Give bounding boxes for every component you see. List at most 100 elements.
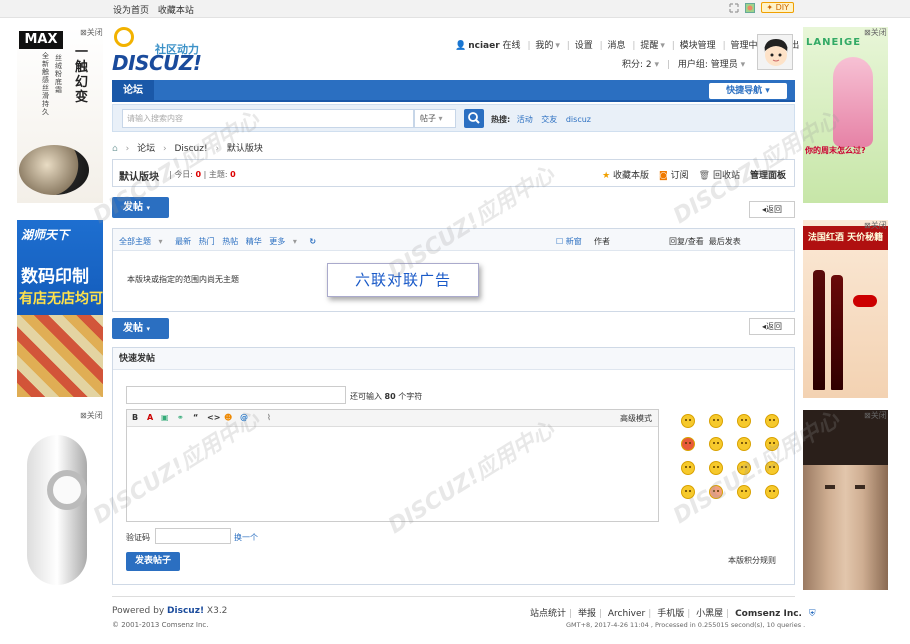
attachment-icon[interactable]: ⌇ (267, 413, 271, 422)
couplet-ad-banner[interactable]: 六联对联广告 (327, 263, 479, 297)
filter-digest[interactable]: 精华 (246, 237, 262, 246)
submit-post-button[interactable]: 发表帖子 (126, 552, 180, 571)
smiley-icon[interactable] (765, 414, 779, 428)
right-ad-mid[interactable]: 法国红酒 天价秘籍 (803, 220, 888, 398)
smiley-icon[interactable] (709, 461, 723, 475)
new-window-toggle[interactable]: ☐ 新窗 (556, 236, 582, 247)
search-input[interactable]: 请输入搜索内容 (122, 109, 414, 128)
style-icon[interactable] (745, 2, 756, 13)
smiley-icon[interactable] (681, 485, 695, 499)
ad-close-button[interactable]: ⊠关闭 (864, 220, 887, 231)
avatar[interactable] (757, 34, 793, 70)
recycle-bin-button[interactable]: 🗑 回收站 (699, 168, 740, 181)
ad-close-button[interactable]: ⊠关闭 (80, 410, 103, 421)
advanced-mode-link[interactable]: 高级模式 (620, 413, 652, 424)
manage-panel-button[interactable]: 管理面板 (750, 168, 786, 181)
right-ad-bottom[interactable] (803, 410, 888, 590)
filter-more[interactable]: 更多 ▾ (269, 237, 302, 246)
new-thread-button[interactable]: 发帖 ▾ (112, 197, 169, 218)
ad-close-button[interactable]: ⊠关闭 (80, 27, 103, 38)
breadcrumb-forum[interactable]: 论坛 (137, 144, 155, 154)
mention-icon[interactable]: @ (240, 413, 248, 422)
hot-keyword[interactable]: 活动 (517, 115, 533, 124)
ad-title: 湖师天下 (21, 228, 70, 242)
link-icon[interactable]: ⚭ (177, 413, 184, 422)
footer-link-stats[interactable]: 站点统计 (530, 609, 566, 619)
smiley-icon[interactable] (681, 437, 695, 451)
bookmark-link[interactable]: 收藏本站 (158, 6, 194, 16)
font-color-icon[interactable]: A (147, 413, 153, 422)
nav-forum-tab[interactable]: 论坛 (112, 80, 154, 102)
left-ad-mid[interactable]: 湖师天下 数码印制 有店无店均可 (17, 220, 103, 397)
diy-button[interactable]: ✦ DIY (761, 2, 794, 13)
ad-close-button[interactable]: ⊠关闭 (864, 27, 887, 38)
set-home-link[interactable]: 设为首页 (113, 6, 149, 16)
refresh-icon[interactable]: ↻ (309, 237, 316, 246)
back-button[interactable]: ◂返回 (749, 318, 795, 335)
search-type-select[interactable]: 帖子 ▾ (414, 109, 456, 128)
favorite-forum-button[interactable]: ★ 收藏本版 (602, 168, 649, 181)
my-menu[interactable]: 我的 (535, 41, 553, 51)
footer-link-mobile[interactable]: 手机版 (657, 609, 684, 619)
new-thread-button[interactable]: 发帖 ▾ (112, 318, 169, 339)
module-manage-link[interactable]: 模块管理 (680, 41, 716, 51)
smiley-icon[interactable] (709, 485, 723, 499)
filter-hot-posts[interactable]: 热帖 (222, 237, 238, 246)
smiley-icon[interactable] (737, 461, 751, 475)
portrait-eye (825, 485, 835, 489)
smiley-icon[interactable]: ☻ (224, 413, 232, 422)
messages-link[interactable]: 消息 (608, 41, 626, 51)
settings-link[interactable]: 设置 (575, 41, 593, 51)
captcha-input[interactable] (155, 528, 231, 544)
ad-close-button[interactable]: ⊠关闭 (864, 410, 887, 421)
smiley-icon[interactable] (737, 414, 751, 428)
user-group-link[interactable]: 用户组: 管理员 (678, 60, 738, 70)
smiley-icon[interactable] (765, 461, 779, 475)
quick-nav-button[interactable]: 快捷导航 ▾ (709, 83, 787, 99)
bold-icon[interactable]: B (132, 413, 138, 422)
quote-icon[interactable]: “ (193, 413, 198, 422)
username-link[interactable]: nciaer (468, 41, 499, 51)
smiley-icon[interactable] (709, 437, 723, 451)
filter-hot[interactable]: 热门 (199, 237, 215, 246)
footer-link-archiver[interactable]: Archiver (608, 609, 645, 619)
fullscreen-icon[interactable] (729, 2, 739, 13)
hot-keyword[interactable]: discuz (566, 115, 591, 124)
message-editor[interactable]: B A ▣ ⚭ “ <> ☻ @ ⌇ 高级模式 (126, 409, 659, 522)
search-button[interactable] (464, 109, 484, 128)
credit-rules-link[interactable]: 本版积分规则 (728, 555, 776, 566)
captcha-label: 验证码 (126, 533, 150, 542)
filter-all[interactable]: 全部主题 ▾ (119, 237, 168, 246)
left-ad-bottom[interactable] (17, 410, 103, 590)
breadcrumb-current[interactable]: 默认版块 (227, 144, 263, 154)
security-badge-icon[interactable]: ⛨ (809, 609, 816, 619)
reply-view-column-header[interactable]: 回复/查看 最后发表 (669, 236, 741, 247)
smiley-icon[interactable] (765, 437, 779, 451)
author-column-header[interactable]: 作者 (594, 236, 610, 247)
left-ad-top[interactable]: MAX 一触幻变 全新 触感丝滑 持久 丝绒粉底霜 (17, 27, 103, 203)
captcha-refresh-link[interactable]: 换一个 (234, 532, 258, 543)
back-button[interactable]: ◂返回 (749, 201, 795, 218)
points-link[interactable]: 积分: 2 (622, 60, 652, 70)
right-ad-top[interactable]: LANEIGE 你的周末怎么过? (803, 27, 888, 203)
footer-company-link[interactable]: Comsenz Inc. (735, 609, 802, 619)
footer-link-blacklist[interactable]: 小黑屋 (696, 609, 723, 619)
smiley-icon[interactable] (681, 414, 695, 428)
subject-input[interactable] (126, 386, 346, 404)
smiley-icon[interactable] (709, 414, 723, 428)
footer-link-report[interactable]: 举报 (578, 609, 596, 619)
smiley-icon[interactable] (737, 485, 751, 499)
smiley-icon[interactable] (681, 461, 695, 475)
hot-keyword[interactable]: 交友 (541, 115, 557, 124)
powered-brand-link[interactable]: Discuz! (167, 606, 204, 616)
smiley-icon[interactable] (737, 437, 751, 451)
breadcrumb-discuz[interactable]: Discuz! (174, 144, 207, 154)
smiley-icon[interactable] (765, 485, 779, 499)
site-logo[interactable]: 社区动力 DISCUZ! (112, 27, 212, 75)
home-icon[interactable]: ⌂ (112, 144, 118, 154)
code-icon[interactable]: <> (207, 413, 220, 422)
subscribe-button[interactable]: ◙ 订阅 (659, 168, 689, 181)
notifications-link[interactable]: 提醒 (640, 41, 658, 51)
filter-latest[interactable]: 最新 (175, 237, 191, 246)
image-icon[interactable]: ▣ (161, 413, 169, 422)
